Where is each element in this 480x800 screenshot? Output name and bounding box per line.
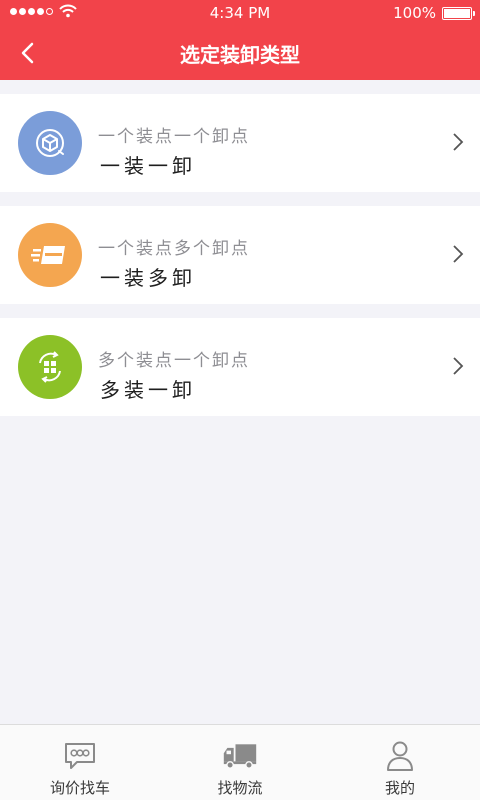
tab-label: 我的 bbox=[384, 779, 415, 797]
option-title: 一装一卸 bbox=[100, 154, 196, 178]
chevron-right-icon bbox=[453, 133, 464, 151]
user-icon bbox=[382, 739, 418, 773]
tab-label: 找物流 bbox=[217, 779, 263, 797]
battery-percent: 100% bbox=[393, 4, 436, 22]
battery-icon bbox=[442, 6, 475, 20]
truck-icon bbox=[222, 739, 258, 773]
box-icon bbox=[18, 111, 82, 175]
tab-label: 询价找车 bbox=[49, 779, 110, 797]
tab-inquiry[interactable]: 询价找车 bbox=[0, 725, 160, 800]
chevron-right-icon bbox=[453, 357, 464, 375]
option-one-load-multi-unload[interactable]: 一个装点多个卸点 一装多卸 bbox=[0, 206, 480, 304]
nav-bar: 选定装卸类型 bbox=[0, 26, 480, 80]
option-multi-load-one-unload[interactable]: 多个装点一个卸点 多装一卸 bbox=[0, 318, 480, 416]
option-title: 一装多卸 bbox=[100, 266, 196, 290]
battery-area: 100% bbox=[393, 4, 475, 22]
option-title: 多装一卸 bbox=[100, 378, 196, 402]
option-subtitle: 一个装点一个卸点 bbox=[98, 127, 250, 147]
fast-delivery-icon bbox=[18, 223, 82, 287]
status-bar: 4:34 PM 100% bbox=[0, 0, 480, 26]
exchange-box-icon bbox=[18, 335, 82, 399]
battery-fill bbox=[444, 8, 470, 18]
tab-mine[interactable]: 我的 bbox=[320, 725, 480, 800]
tab-logistics[interactable]: 找物流 bbox=[160, 725, 320, 800]
option-subtitle: 一个装点多个卸点 bbox=[98, 239, 250, 259]
page-title: 选定装卸类型 bbox=[180, 43, 300, 67]
option-one-load-one-unload[interactable]: 一个装点一个卸点 一装一卸 bbox=[0, 94, 480, 192]
option-subtitle: 多个装点一个卸点 bbox=[98, 351, 250, 371]
chat-bubble-icon bbox=[62, 739, 98, 773]
tab-bar: 询价找车 找物流 我的 bbox=[0, 724, 480, 800]
chevron-right-icon bbox=[453, 245, 464, 263]
